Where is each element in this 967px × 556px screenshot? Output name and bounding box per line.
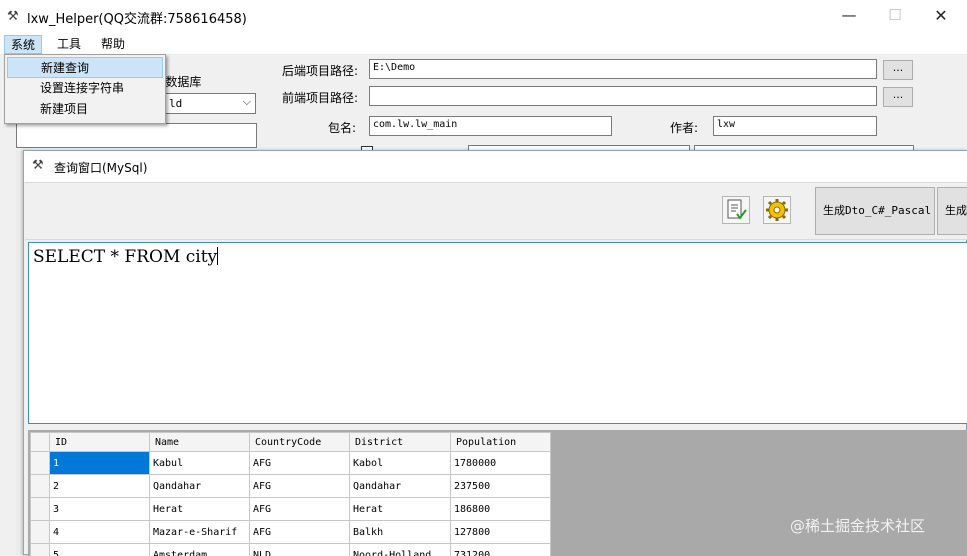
cell-population[interactable]: 186800 — [451, 498, 551, 521]
execute-gear-icon[interactable] — [763, 196, 791, 224]
backend-path-field[interactable]: E:\Demo — [369, 59, 877, 79]
chevron-down-icon: ⌵ — [243, 95, 251, 109]
cell-population[interactable]: 1780000 — [451, 452, 551, 475]
cell-population[interactable]: 127800 — [451, 521, 551, 544]
author-label: 作者: — [670, 119, 698, 136]
sql-editor[interactable]: SELECT * FROM city — [28, 242, 967, 424]
backend-path-label: 后端项目路径: — [282, 62, 358, 79]
author-field[interactable]: lxw — [713, 116, 877, 136]
cell-id[interactable]: 4 — [50, 521, 150, 544]
cell-id[interactable]: 2 — [50, 475, 150, 498]
menu-system[interactable]: 系统 — [4, 35, 42, 54]
minimize-button[interactable]: — — [826, 0, 872, 33]
table-row[interactable]: 3 Herat AFG Herat 186800 — [31, 498, 551, 521]
watermark: @稀土掘金技术社区 — [790, 515, 925, 536]
cell-district[interactable]: Herat — [350, 498, 451, 521]
package-label: 包名: — [328, 119, 356, 136]
export-document-icon[interactable] — [722, 196, 750, 224]
table-filter-input[interactable] — [16, 123, 257, 148]
cell-countrycode[interactable]: AFG — [250, 475, 350, 498]
column-header-population[interactable]: Population — [451, 433, 551, 452]
cell-countrycode[interactable]: AFG — [250, 521, 350, 544]
menu-item-new-query[interactable]: 新建查询 — [7, 57, 163, 78]
maximize-button[interactable]: ☐ — [872, 0, 918, 33]
cell-countrycode[interactable]: AFG — [250, 452, 350, 475]
cell-district[interactable]: Qandahar — [350, 475, 451, 498]
cell-district[interactable]: Balkh — [350, 521, 451, 544]
system-dropdown-menu: 新建查询 设置连接字符串 新建项目 — [4, 54, 166, 124]
row-header[interactable] — [31, 498, 50, 521]
cell-id[interactable]: 1 — [50, 452, 150, 475]
row-header[interactable] — [31, 544, 50, 556]
column-header-countrycode[interactable]: CountryCode — [250, 433, 350, 452]
package-field[interactable]: com.lw.lw_main — [369, 116, 612, 136]
backend-path-browse-button[interactable]: ... — [883, 60, 913, 80]
menu-help[interactable]: 帮助 — [95, 35, 131, 54]
row-header-corner — [31, 433, 50, 452]
sql-text: SELECT * FROM city — [33, 247, 218, 267]
generate-dto-pascal-button[interactable]: 生成Dto_C#_Pascal — [815, 187, 935, 235]
app-tools-icon: ⚒ — [7, 9, 23, 25]
row-header[interactable] — [31, 521, 50, 544]
table-row[interactable]: 1 Kabul AFG Kabol 1780000 — [31, 452, 551, 475]
menu-item-set-connection[interactable]: 设置连接字符串 — [7, 78, 163, 99]
generate-other-button[interactable]: 生成 — [937, 187, 967, 235]
cell-population[interactable]: 731200 — [451, 544, 551, 556]
database-select-value: ld — [169, 97, 182, 110]
table-header-row: ID Name CountryCode District Population — [31, 433, 551, 452]
query-toolbar: 生成Dto_C#_Pascal 生成 — [25, 182, 967, 240]
column-header-name[interactable]: Name — [150, 433, 250, 452]
cell-countrycode[interactable]: AFG — [250, 498, 350, 521]
table-row[interactable]: 2 Qandahar AFG Qandahar 237500 — [31, 475, 551, 498]
result-grid[interactable]: ID Name CountryCode District Population … — [28, 430, 967, 556]
table-row[interactable]: 5 Amsterdam NLD Noord-Holland 731200 — [31, 544, 551, 556]
row-header[interactable] — [31, 475, 50, 498]
window-title: lxw_Helper(QQ交流群:758616458) — [27, 8, 247, 27]
cell-countrycode[interactable]: NLD — [250, 544, 350, 556]
cell-name[interactable]: Mazar-e-Sharif — [150, 521, 250, 544]
text-caret — [217, 247, 218, 265]
cell-name[interactable]: Qandahar — [150, 475, 250, 498]
cell-district[interactable]: Noord-Holland — [350, 544, 451, 556]
close-button[interactable]: ✕ — [918, 0, 964, 33]
app-tools-icon: ⚒ — [32, 158, 44, 173]
column-header-id[interactable]: ID — [50, 433, 150, 452]
frontend-path-field[interactable] — [369, 86, 877, 106]
database-select[interactable]: ld ⌵ — [162, 93, 256, 114]
frontend-path-browse-button[interactable]: ... — [883, 87, 913, 107]
column-header-district[interactable]: District — [350, 433, 451, 452]
database-label: l数据库 — [162, 73, 201, 90]
sql-text-content: SELECT * FROM city — [33, 247, 217, 267]
cell-district[interactable]: Kabol — [350, 452, 451, 475]
query-window-title-bar: ⚒ 查询窗口(MySql) — [24, 151, 967, 182]
cell-id[interactable]: 3 — [50, 498, 150, 521]
cell-population[interactable]: 237500 — [451, 475, 551, 498]
table-row[interactable]: 4 Mazar-e-Sharif AFG Balkh 127800 — [31, 521, 551, 544]
title-bar: ⚒ lxw_Helper(QQ交流群:758616458) — ☐ ✕ — [0, 0, 967, 33]
cell-name[interactable]: Herat — [150, 498, 250, 521]
query-window: ⚒ 查询窗口(MySql) — [23, 150, 967, 555]
query-window-title: 查询窗口(MySql) — [54, 159, 147, 176]
row-header[interactable] — [31, 452, 50, 475]
menu-tools[interactable]: 工具 — [51, 35, 87, 54]
cell-id[interactable]: 5 — [50, 544, 150, 556]
menu-bar: 系统 工具 帮助 — [0, 33, 967, 55]
cell-name[interactable]: Kabul — [150, 452, 250, 475]
menu-item-new-project[interactable]: 新建项目 — [7, 99, 163, 120]
frontend-path-label: 前端项目路径: — [282, 89, 358, 106]
cell-name[interactable]: Amsterdam — [150, 544, 250, 556]
result-table: ID Name CountryCode District Population … — [30, 432, 551, 556]
